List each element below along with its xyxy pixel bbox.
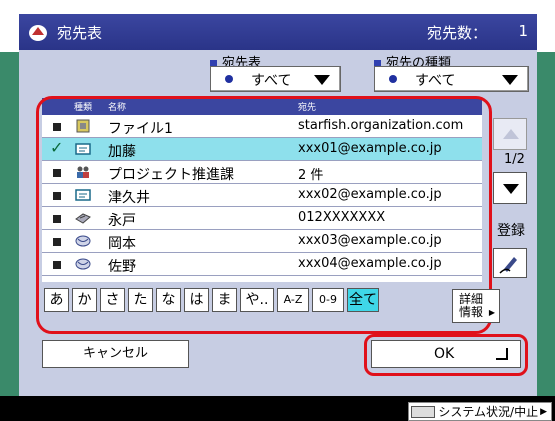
radio-dot-icon — [389, 75, 397, 83]
background-right — [537, 52, 555, 396]
edit-button[interactable] — [493, 248, 527, 278]
window-title: 宛先表 — [57, 24, 103, 42]
scroll-up-button[interactable] — [493, 118, 527, 150]
pen-icon — [499, 257, 517, 274]
titlebar: 宛先表 宛先数： 1 — [19, 14, 537, 50]
type-dropdown[interactable]: すべて — [374, 66, 529, 92]
arrow-down-icon — [503, 184, 519, 194]
scroll-down-button[interactable] — [493, 172, 527, 204]
system-status-button[interactable]: システム状況/中止 ▶ — [408, 402, 552, 421]
ok-highlight-frame — [364, 334, 528, 376]
chevron-down-icon — [502, 75, 518, 85]
list-highlight-frame — [36, 96, 492, 334]
arrow-right-icon: ▶ — [540, 406, 547, 417]
cancel-button[interactable]: キャンセル — [42, 340, 189, 368]
arrow-right-icon: ▶ — [488, 308, 495, 317]
radio-dot-icon — [225, 75, 233, 83]
addressbook-dropdown[interactable]: すべて — [210, 66, 341, 92]
register-label: 登録 — [497, 223, 525, 239]
chevron-down-icon — [314, 75, 330, 85]
background-left — [0, 52, 19, 396]
addressbook-icon — [29, 25, 47, 41]
address-count-value: 1 — [518, 22, 528, 40]
page-indicator: 1/2 — [504, 152, 525, 167]
status-icon — [411, 405, 436, 418]
detail-info-button[interactable]: 詳細 情報 ▶ — [452, 289, 500, 323]
address-count-label: 宛先数： — [426, 24, 487, 42]
arrow-up-icon — [503, 129, 519, 139]
